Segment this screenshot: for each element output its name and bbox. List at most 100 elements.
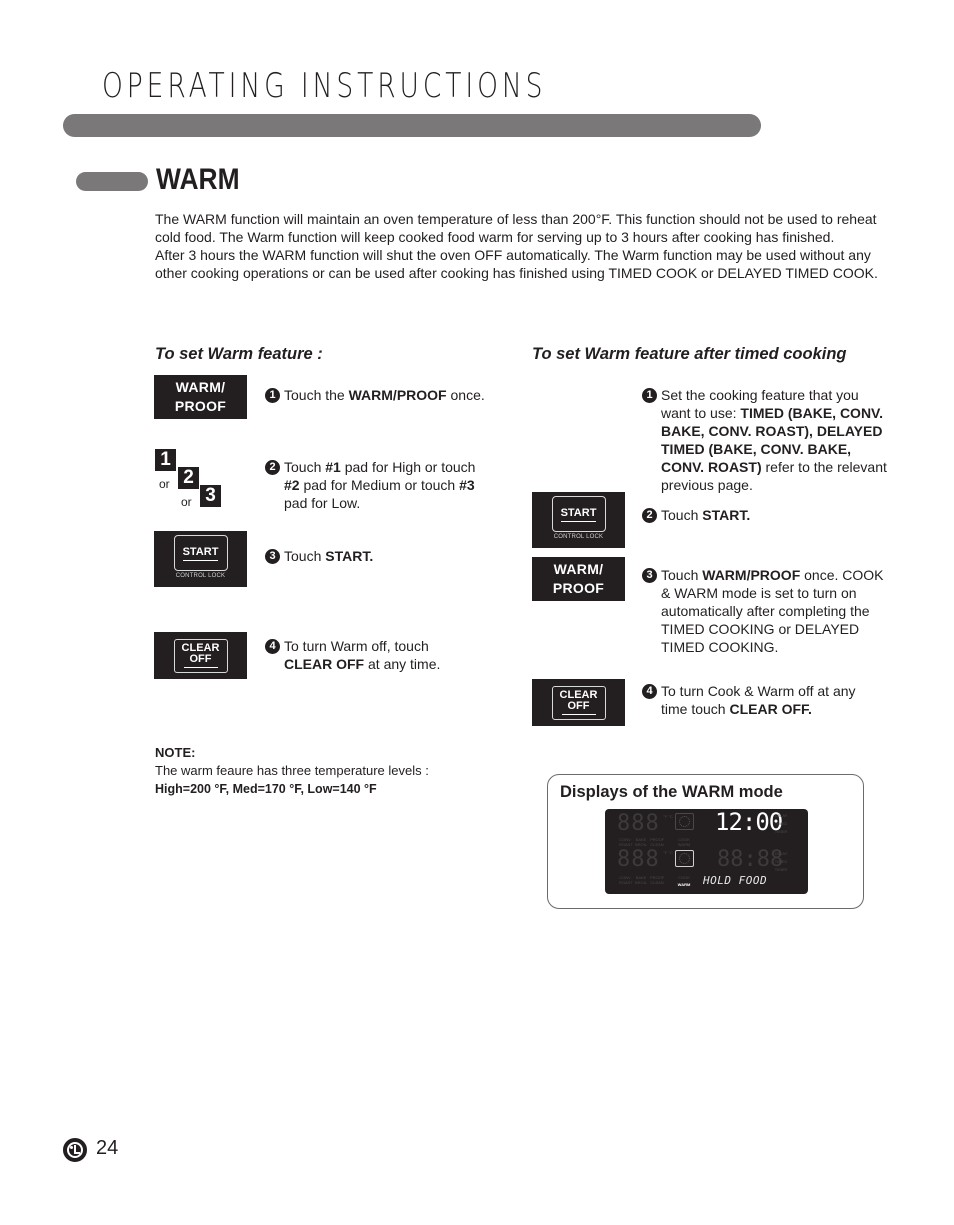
mode-label: BAKE BROIL — [635, 875, 648, 885]
right-step-2: 2 Touch START. — [642, 506, 862, 524]
mode-label: PROOF CLEAN — [650, 837, 665, 847]
dim-temp-digits-top: 888 — [617, 811, 660, 836]
left-step-3: 3 Touch START. — [265, 547, 485, 565]
clear-off-pad-button: CLEAR OFF — [173, 638, 228, 673]
right-step-4: 4 To turn Cook & Warm off at any time tou… — [642, 682, 882, 718]
unit-label-top: °F °C — [663, 814, 673, 819]
warm-proof-pad: WARM/ PROOF — [532, 557, 625, 601]
side-label: TIMER — [774, 829, 788, 834]
step-text: Touch — [661, 507, 703, 523]
warm-proof-pad: WARM/ PROOF — [154, 375, 247, 419]
or-label: or — [159, 477, 170, 491]
side-label: DELAY — [774, 851, 788, 856]
pad-label: OFF — [561, 701, 596, 715]
note-heading: NOTE: — [155, 745, 196, 760]
pad-label: START — [560, 507, 597, 522]
mode-label: CONV ROAST — [619, 837, 633, 847]
page-header-title: OPERATING INSTRUCTIONS — [102, 66, 547, 106]
pad-label: WARM/ — [553, 561, 604, 577]
mode-label: COOK — [678, 875, 690, 880]
clear-off-pad: CLEAR OFF — [532, 679, 625, 726]
step-bold-text: WARM/PROOF — [702, 567, 801, 583]
section-marker — [76, 172, 148, 191]
oven-lcd-display: 888 °F °C CONV ROAST BAKE BROIL PROOF CL… — [605, 809, 808, 894]
start-pad: START CONTROL LOCK — [154, 531, 247, 587]
section-title: WARM — [156, 163, 240, 196]
step-bold-text: WARM/PROOF — [348, 387, 447, 403]
left-step-1: 1 Touch the WARM/PROOF once. — [265, 386, 525, 404]
intro-paragraph: After 3 hours the WARM function will shu… — [155, 247, 878, 281]
hold-food-message: HOLD FOOD — [703, 874, 768, 887]
number-pad-1: 1 — [155, 449, 176, 471]
step-bold-text: START. — [325, 548, 374, 564]
left-step-4: 4 To turn Warm off, touch CLEAR OFF at an… — [265, 637, 480, 673]
step-bold-text: #1 — [325, 459, 341, 475]
page-number: 24 — [96, 1137, 119, 1159]
right-column-heading: To set Warm feature after timed cooking — [532, 345, 847, 363]
step-number-icon: 1 — [265, 388, 280, 403]
clear-off-pad-button: CLEAR OFF — [551, 685, 606, 720]
or-label: or — [181, 495, 192, 509]
step-number-icon: 4 — [642, 684, 657, 699]
step-bold-text: CLEAR OFF. — [729, 701, 812, 717]
step-text: pad for Low. — [284, 495, 361, 511]
display-title: Displays of the WARM mode — [560, 783, 783, 801]
mode-label: PROOF CLEAN — [650, 875, 665, 885]
warm-fan-icon — [675, 850, 694, 867]
side-label: TIMER — [774, 867, 788, 872]
active-warm-label: WARM — [677, 882, 691, 887]
control-lock-label: CONTROL LOCK — [553, 534, 604, 540]
header-divider-bar — [63, 114, 761, 137]
right-step-3: 3 Touch WARM/PROOF once. COOK & WARM mode… — [642, 566, 892, 656]
step-text: pad for Medium or touch — [299, 477, 460, 493]
step-text: Touch the — [284, 387, 349, 403]
clear-off-pad: CLEAR OFF — [154, 632, 247, 679]
pad-label: PROOF — [174, 398, 227, 414]
side-label: TIMED — [774, 821, 788, 826]
mode-label: BAKE BROIL — [635, 837, 648, 847]
start-pad: START CONTROL LOCK — [532, 492, 625, 548]
step-number-icon: 2 — [642, 508, 657, 523]
cook-fan-icon — [675, 813, 694, 830]
step-number-icon: 3 — [642, 568, 657, 583]
step-number-icon: 1 — [642, 388, 657, 403]
step-number-icon: 2 — [265, 460, 280, 475]
pad-label: START — [182, 546, 219, 561]
dim-temp-digits-bottom: 888 — [617, 847, 660, 872]
intro-paragraph: The WARM function will maintain an oven … — [155, 211, 877, 245]
step-bold-text: START. — [702, 507, 751, 523]
warm-mode-display-box: Displays of the WARM mode 888 °F °C CONV… — [547, 774, 864, 909]
unit-label-bottom: °F °C — [663, 850, 673, 855]
step-number-icon: 3 — [265, 549, 280, 564]
note-levels: High=200 °F, Med=170 °F, Low=140 °F — [155, 782, 377, 796]
step-text: pad for High or touch — [340, 459, 476, 475]
right-step-1: 1 Set the cooking feature that you want t… — [642, 386, 892, 494]
side-label: TIMED — [774, 859, 788, 864]
pad-label: WARM/ — [175, 379, 226, 395]
mode-label: COOK WARM — [677, 837, 691, 847]
step-bold-text: CLEAR OFF — [284, 656, 365, 672]
side-label: DELAY — [774, 813, 788, 818]
step-text: Touch — [284, 459, 326, 475]
step-number-icon: 4 — [265, 639, 280, 654]
step-text: once. — [446, 387, 485, 403]
pad-label: OFF — [183, 654, 218, 668]
mode-label: CONV ROAST — [619, 875, 633, 885]
step-text: Touch — [284, 548, 326, 564]
control-lock-label: CONTROL LOCK — [175, 573, 226, 579]
note-text: The warm feaure has three temperature le… — [155, 763, 429, 778]
left-step-2: 2 Touch #1 pad for High or touch #2 pad f… — [265, 458, 480, 512]
note-block: NOTE: The warm feaure has three temperat… — [155, 744, 429, 798]
step-bold-text: #2 — [284, 477, 300, 493]
intro-text: The WARM function will maintain an oven … — [155, 210, 890, 282]
lg-logo-icon — [63, 1138, 87, 1162]
start-pad-button: START — [173, 535, 228, 571]
start-pad-button: START — [551, 496, 606, 532]
number-pad-2: 2 — [178, 467, 199, 489]
left-column-heading: To set Warm feature : — [155, 345, 323, 363]
number-pad-3: 3 — [200, 485, 221, 507]
step-text: at any time. — [364, 656, 441, 672]
step-text: Touch — [661, 567, 703, 583]
step-text: To turn Warm off, touch — [284, 638, 429, 654]
step-bold-text: #3 — [459, 477, 475, 493]
